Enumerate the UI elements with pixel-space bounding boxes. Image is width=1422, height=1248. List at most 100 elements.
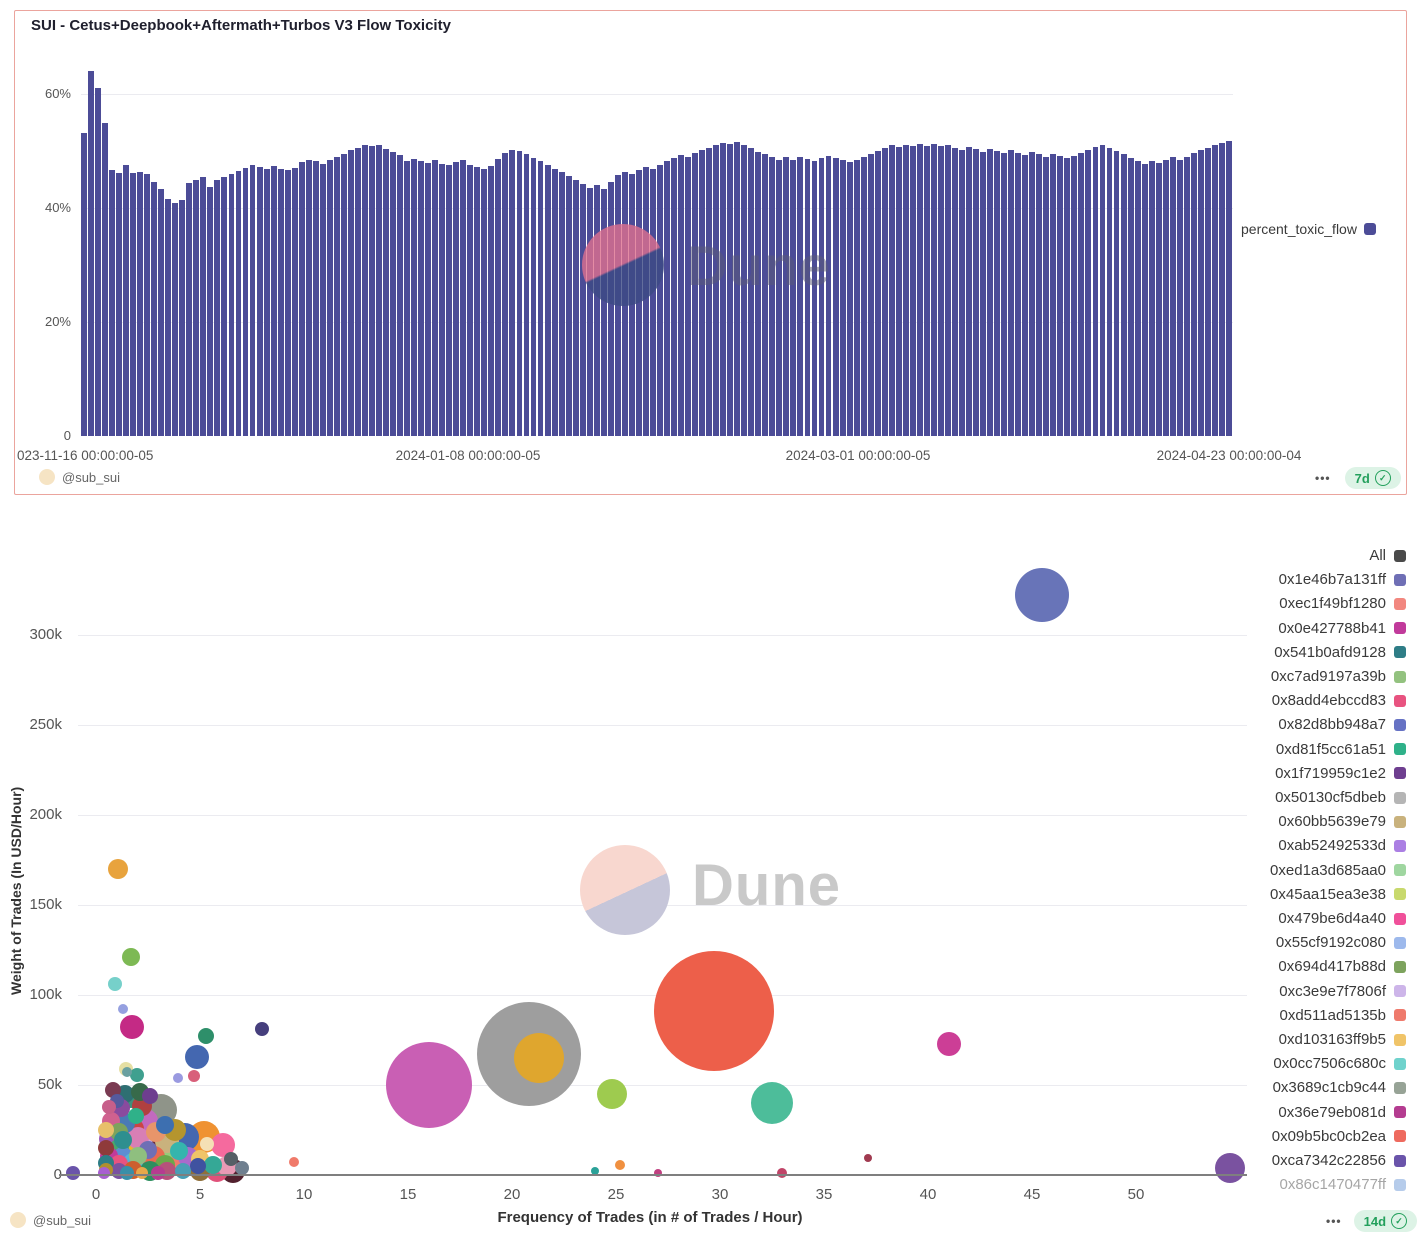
- bar[interactable]: [404, 161, 410, 436]
- bar[interactable]: [137, 172, 143, 437]
- bubble[interactable]: [597, 1079, 627, 1109]
- bar[interactable]: [193, 180, 199, 436]
- bar[interactable]: [875, 151, 881, 436]
- bar[interactable]: [1156, 163, 1162, 436]
- bar[interactable]: [144, 174, 150, 436]
- bar[interactable]: [1064, 158, 1070, 436]
- author-avatar[interactable]: [39, 469, 55, 485]
- legend-item[interactable]: 0xc7ad9197a39b: [1146, 668, 1406, 685]
- bubble[interactable]: [142, 1088, 158, 1104]
- legend-item[interactable]: 0x8add4ebccd83: [1146, 692, 1406, 709]
- bar[interactable]: [1029, 152, 1035, 436]
- bubble[interactable]: [204, 1156, 222, 1174]
- bar[interactable]: [917, 144, 923, 436]
- bar[interactable]: [1015, 153, 1021, 436]
- bar[interactable]: [980, 152, 986, 436]
- bar[interactable]: [383, 149, 389, 436]
- bar[interactable]: [524, 154, 530, 436]
- bar[interactable]: [285, 170, 291, 436]
- bar[interactable]: [102, 123, 108, 437]
- bar[interactable]: [1170, 157, 1176, 436]
- bar[interactable]: [221, 177, 227, 436]
- bar[interactable]: [580, 184, 586, 437]
- bubble[interactable]: [654, 951, 774, 1071]
- bubble[interactable]: [114, 1131, 132, 1149]
- bar[interactable]: [868, 154, 874, 436]
- legend-item[interactable]: 0x36e79eb081d: [1146, 1104, 1406, 1121]
- bubble[interactable]: [777, 1168, 787, 1178]
- bar[interactable]: [1121, 154, 1127, 436]
- bar[interactable]: [264, 169, 270, 436]
- more-menu-icon[interactable]: •••: [1315, 471, 1331, 485]
- legend-item[interactable]: 0x86c1470477ff: [1146, 1176, 1406, 1193]
- legend-item[interactable]: 0xca7342c22856: [1146, 1152, 1406, 1169]
- bar[interactable]: [910, 146, 916, 436]
- legend-item[interactable]: 0x55cf9192c080: [1146, 934, 1406, 951]
- legend-item[interactable]: 0x0e427788b41: [1146, 620, 1406, 637]
- bar[interactable]: [657, 165, 663, 436]
- bar[interactable]: [278, 169, 284, 436]
- bar[interactable]: [186, 183, 192, 436]
- bar[interactable]: [1163, 160, 1169, 436]
- bubble[interactable]: [128, 1108, 144, 1124]
- bar[interactable]: [1114, 151, 1120, 436]
- legend-item[interactable]: 0xd511ad5135b: [1146, 1007, 1406, 1024]
- bar[interactable]: [552, 169, 558, 436]
- bubble[interactable]: [190, 1158, 206, 1174]
- bar[interactable]: [250, 165, 256, 436]
- bar[interactable]: [650, 169, 656, 436]
- legend-item[interactable]: All: [1146, 547, 1406, 564]
- legend-item[interactable]: 0xab52492533d: [1146, 837, 1406, 854]
- bar[interactable]: [1205, 148, 1211, 436]
- bubble[interactable]: [156, 1116, 174, 1134]
- bar[interactable]: [502, 153, 508, 436]
- legend-item[interactable]: 0x1f719959c1e2: [1146, 765, 1406, 782]
- bar[interactable]: [903, 145, 909, 436]
- bar[interactable]: [271, 166, 277, 436]
- bubble[interactable]: [200, 1137, 214, 1151]
- bubble[interactable]: [235, 1161, 249, 1175]
- bar[interactable]: [1057, 156, 1063, 436]
- bar[interactable]: [776, 160, 782, 436]
- bar[interactable]: [243, 168, 249, 436]
- bar[interactable]: [411, 159, 417, 436]
- bar[interactable]: [531, 158, 537, 436]
- bar[interactable]: [573, 180, 579, 436]
- bubble[interactable]: [751, 1082, 793, 1124]
- legend-item[interactable]: 0x694d417b88d: [1146, 958, 1406, 975]
- bar[interactable]: [1177, 160, 1183, 436]
- bar[interactable]: [1107, 148, 1113, 436]
- bar[interactable]: [439, 164, 445, 437]
- bar[interactable]: [179, 200, 185, 436]
- bar[interactable]: [425, 163, 431, 436]
- author-avatar[interactable]: [10, 1212, 26, 1228]
- bar[interactable]: [1142, 164, 1148, 437]
- bar[interactable]: [214, 180, 220, 437]
- bubble[interactable]: [255, 1022, 269, 1036]
- bar[interactable]: [390, 152, 396, 436]
- bar[interactable]: [1149, 161, 1155, 436]
- bar[interactable]: [460, 160, 466, 436]
- bubble[interactable]: [514, 1033, 564, 1083]
- bar[interactable]: [229, 174, 235, 436]
- bar[interactable]: [1226, 141, 1232, 436]
- bar[interactable]: [1219, 143, 1225, 436]
- bar[interactable]: [1135, 161, 1141, 436]
- bar[interactable]: [397, 155, 403, 436]
- bar[interactable]: [538, 161, 544, 436]
- legend-item[interactable]: 0xec1f49bf1280: [1146, 595, 1406, 612]
- bar[interactable]: [116, 173, 122, 436]
- bar[interactable]: [1198, 150, 1204, 436]
- bar[interactable]: [994, 151, 1000, 436]
- bar[interactable]: [376, 145, 382, 436]
- bar[interactable]: [467, 165, 473, 436]
- bar[interactable]: [446, 165, 452, 436]
- bubble[interactable]: [386, 1042, 472, 1128]
- bar[interactable]: [594, 185, 600, 436]
- bar[interactable]: [889, 145, 895, 436]
- bar[interactable]: [418, 161, 424, 436]
- refresh-period-badge[interactable]: 7d ✓: [1345, 467, 1401, 489]
- bar[interactable]: [292, 168, 298, 437]
- legend-item[interactable]: 0x0cc7506c680c: [1146, 1055, 1406, 1072]
- legend-item[interactable]: 0xd81f5cc61a51: [1146, 741, 1406, 758]
